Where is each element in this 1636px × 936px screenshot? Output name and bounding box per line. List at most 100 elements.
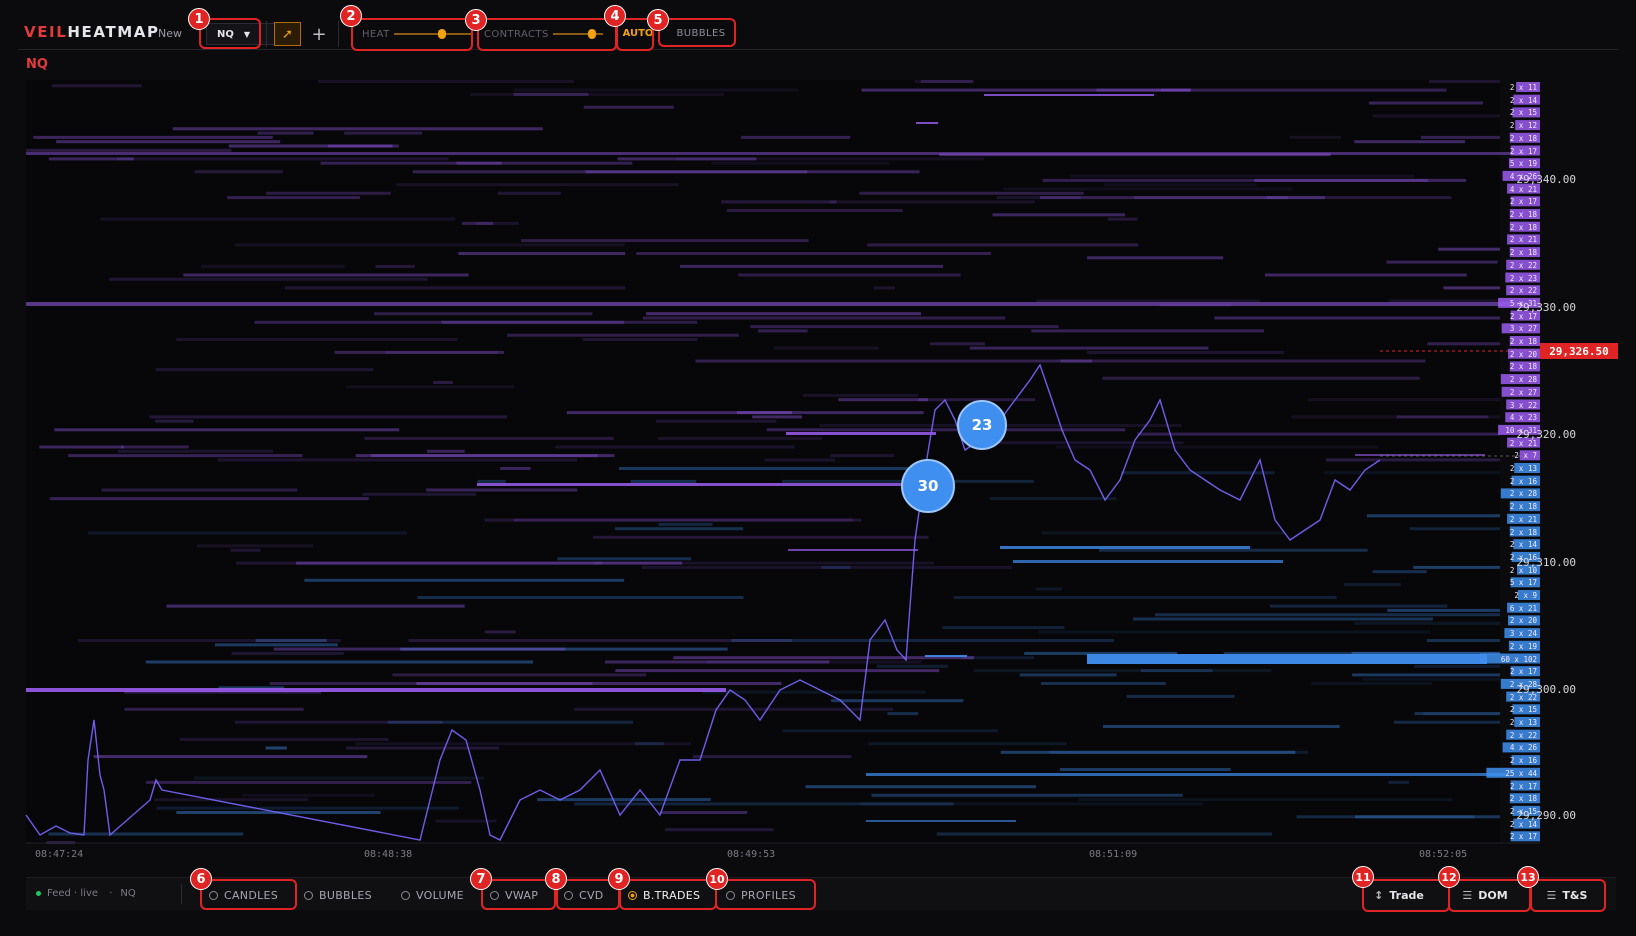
dom-level-label: 2 x 22: [1509, 260, 1537, 270]
dom-level-label: 3 x 22: [1509, 400, 1537, 410]
callout-badge: 3: [465, 9, 487, 31]
callout-badge: 10: [706, 868, 728, 890]
dom-level-label: 6 x 21: [1509, 603, 1537, 613]
dom-level-label: 2 x 23: [1509, 273, 1537, 283]
dom-level-label: 2 x 17: [1509, 146, 1537, 156]
current-price-tag: 29,326.50: [1540, 343, 1618, 359]
dom-level-label: 2 x 28: [1509, 375, 1537, 385]
toggle-bubbles[interactable]: BUBBLES: [304, 885, 372, 905]
dom-level-label: 2 x 20: [1509, 616, 1537, 626]
time-axis-label: 08:48:38: [364, 849, 413, 860]
dom-level-label: 25 x 44: [1505, 768, 1537, 778]
dom-level-label: 2 x 9: [1514, 591, 1537, 600]
dom-level-label: 2 x 18: [1509, 502, 1537, 512]
dom-level-label: 2 x 22: [1509, 286, 1537, 296]
dom-level-label: 3 x 24: [1509, 629, 1537, 639]
dom-level-label: 2 x 15: [1509, 108, 1537, 118]
callout-badge: 7: [470, 868, 492, 890]
callout-badge: 1: [188, 8, 210, 30]
dom-level-label: 2 x 18: [1509, 248, 1537, 258]
radio-icon: [628, 890, 637, 900]
time-axis-label: 08:47:24: [35, 849, 84, 860]
toggle-cvd[interactable]: CVD: [564, 885, 604, 905]
dom-level-label: 2 x 21: [1509, 514, 1537, 524]
bottom-toolbar: Feed · live · NQ CANDLES BUBBLES VOLUME V…: [26, 877, 1616, 910]
trade-bubble[interactable]: 23: [957, 400, 1007, 450]
tas-list-icon: ☰: [1546, 888, 1557, 902]
callout-badge: 2: [340, 5, 362, 27]
dom-level-label: 2 x 27: [1509, 387, 1537, 397]
dom-level-label: 2 x 17: [1509, 832, 1537, 842]
dom-level-label: 2 x 7: [1514, 451, 1537, 461]
callout-badge: 6: [190, 868, 212, 890]
dom-panel-button[interactable]: ☰ DOM: [1450, 883, 1520, 907]
trade-bubble[interactable]: 30: [901, 459, 955, 513]
dom-level-label: 2 x 16: [1509, 756, 1537, 766]
feed-symbol: NQ: [120, 888, 136, 899]
dom-level-label: 2 x 17: [1509, 781, 1537, 791]
dom-level-label: 2 x 14: [1509, 540, 1537, 550]
dom-level-label: 4 x 26: [1509, 171, 1537, 181]
radio-icon: [401, 890, 410, 900]
dom-level-label: 2 x 17: [1509, 311, 1537, 321]
dom-level-label: 4 x 21: [1509, 184, 1537, 194]
live-status-dot: [36, 890, 41, 896]
heatmap-chart[interactable]: [0, 0, 1636, 870]
dom-level-label: 2 x 14: [1509, 819, 1537, 829]
dom-level-label: 2 x 14: [1509, 95, 1537, 105]
dom-level-label: 5 x 19: [1509, 159, 1537, 169]
toolbar-divider: [181, 884, 182, 904]
dom-level-label: 5 x 17: [1509, 578, 1537, 588]
dom-level-label: 2 x 28: [1509, 489, 1537, 499]
dom-level-label: 2 x 12: [1509, 121, 1537, 131]
heatmap-background: [26, 80, 1500, 843]
feed-status: Feed · live · NQ: [36, 888, 136, 899]
dom-level-label: 2 x 17: [1509, 197, 1537, 207]
toggle-btrades[interactable]: B.TRADES: [628, 885, 700, 905]
dom-level-label: 2 x 16: [1509, 476, 1537, 486]
callout-badge: 13: [1517, 866, 1539, 888]
dom-level-label: 2 x 15: [1509, 806, 1537, 816]
callout-badge: 11: [1352, 866, 1374, 888]
dom-list-icon: ☰: [1462, 888, 1473, 902]
toggle-profiles[interactable]: PROFILES: [726, 885, 796, 905]
callout-badge: 8: [545, 868, 567, 890]
feed-status-text: Feed · live: [47, 888, 99, 899]
dom-level-label: 2 x 13: [1509, 464, 1537, 473]
dom-level-label: 2 x 21: [1509, 235, 1537, 245]
dom-level-label: 4 x 23: [1509, 413, 1537, 423]
dom-level-label: 5 x 31: [1509, 298, 1537, 308]
dom-level-label: 2 x 21: [1509, 438, 1537, 448]
dom-level-label: 2 x 18: [1509, 222, 1537, 232]
radio-icon: [490, 890, 499, 900]
dom-level-label: 3 x 27: [1509, 324, 1537, 334]
tas-panel-button[interactable]: ☰ T&S: [1532, 883, 1602, 907]
callout-badge: 5: [647, 9, 669, 31]
callout-badge: 9: [608, 868, 630, 890]
dom-level-label: 2 x 10: [1509, 565, 1537, 575]
toggle-vwap[interactable]: VWAP: [490, 885, 538, 905]
dom-level-label: 4 x 26: [1509, 743, 1537, 753]
trade-arrows-icon: ↕: [1374, 888, 1384, 902]
trade-panel-button[interactable]: ↕ Trade: [1364, 883, 1434, 907]
radio-icon: [209, 890, 218, 900]
dom-level-label: 2 x 18: [1509, 527, 1537, 537]
dom-level-label: 2 x 18: [1509, 337, 1537, 346]
callout-badge: 12: [1438, 866, 1460, 888]
dom-level-label: 10 x 31: [1505, 425, 1537, 435]
time-axis-label: 08:49:53: [727, 849, 776, 860]
time-axis-label: 08:51:09: [1089, 849, 1138, 860]
callout-badge: 4: [604, 5, 626, 27]
dom-level-label: 2 x 18: [1509, 362, 1537, 372]
dom-level-label: 2 x 19: [1509, 641, 1537, 651]
dom-level-label: 2 x 13: [1509, 718, 1537, 727]
dom-level-label: 2 x 18: [1509, 133, 1537, 143]
radio-icon: [304, 890, 313, 900]
toggle-volume[interactable]: VOLUME: [401, 885, 464, 905]
dom-level-label: 2 x 22: [1509, 730, 1537, 740]
dom-level-label: 2 x 16: [1509, 552, 1537, 562]
dom-level-label: 2 x 18: [1509, 210, 1537, 219]
toggle-candles[interactable]: CANDLES: [209, 885, 278, 905]
radio-icon: [564, 890, 573, 900]
time-axis-label: 08:52:05: [1419, 849, 1468, 860]
